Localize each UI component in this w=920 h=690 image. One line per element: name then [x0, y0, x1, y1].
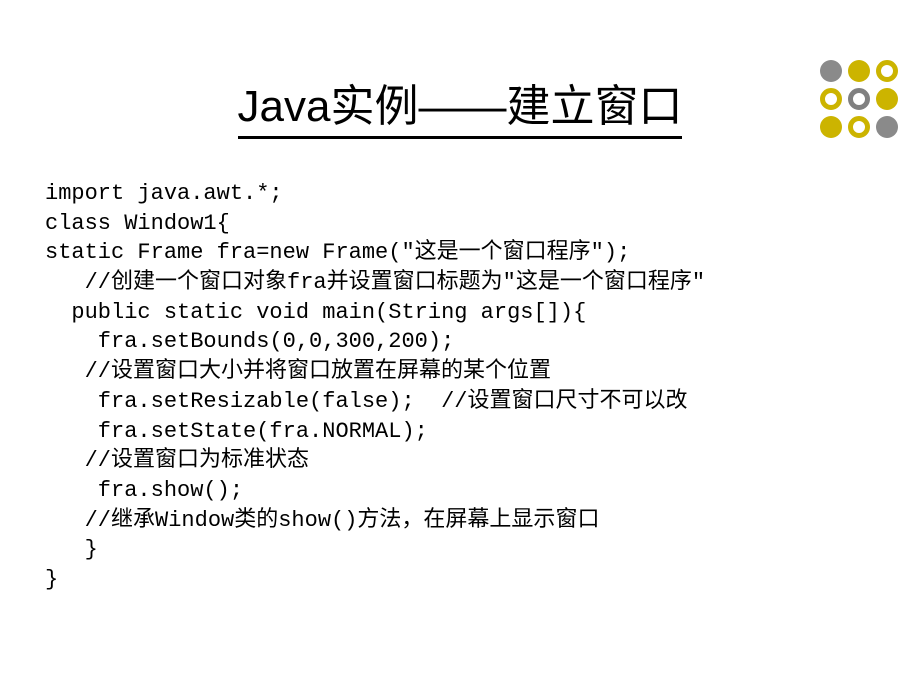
circle-icon — [820, 60, 842, 82]
code-line: //继承Window类的show()方法，在屏幕上显示窗口 — [45, 508, 599, 533]
circle-icon — [848, 116, 870, 138]
code-line: fra.show(); — [45, 478, 243, 503]
code-line: class Window1{ — [45, 211, 230, 236]
code-line: //设置窗口大小并将窗口放置在屏幕的某个位置 — [45, 359, 551, 384]
slide-title: Java实例——建立窗口 — [45, 70, 875, 139]
code-line: fra.setState(fra.NORMAL); — [45, 419, 428, 444]
circle-icon — [876, 116, 898, 138]
code-line: } — [45, 567, 58, 592]
circle-icon — [848, 88, 870, 110]
code-block: import java.awt.*; class Window1{ static… — [45, 179, 875, 595]
code-line: //设置窗口为标准状态 — [45, 448, 309, 473]
code-line: static Frame fra=new Frame("这是一个窗口程序"); — [45, 240, 630, 265]
decoration-circles — [820, 60, 900, 140]
code-line: //创建一个窗口对象fra并设置窗口标题为"这是一个窗口程序" — [45, 270, 705, 295]
code-line: } — [45, 537, 98, 562]
circle-icon — [848, 60, 870, 82]
slide-container: Java实例——建立窗口 import java.awt.*; class Wi… — [0, 0, 920, 690]
circle-icon — [876, 88, 898, 110]
code-line: import java.awt.*; — [45, 181, 283, 206]
code-line: public static void main(String args[]){ — [45, 300, 586, 325]
code-line: fra.setResizable(false); //设置窗口尺寸不可以改 — [45, 389, 687, 414]
circle-icon — [820, 116, 842, 138]
circle-icon — [820, 88, 842, 110]
circle-icon — [876, 60, 898, 82]
code-line: fra.setBounds(0,0,300,200); — [45, 329, 454, 354]
